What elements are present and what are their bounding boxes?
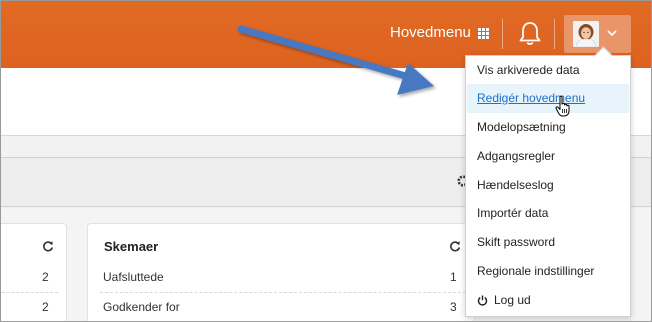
logout-label: Log ud [494,293,531,307]
menu-item-edit-main-menu[interactable]: Redigér hovedmenu [467,84,629,113]
menu-item-change-password[interactable]: Skift password [467,228,629,257]
menu-item-regional-settings[interactable]: Regionale indstillinger [467,257,629,286]
menu-item-archived-data[interactable]: Vis arkiverede data [467,56,629,85]
menu-item-model-setup[interactable]: Modelopsætning [467,113,629,142]
menu-item-access-rules[interactable]: Adgangsregler [467,142,629,171]
menu-item-logout[interactable]: Log ud [467,286,629,315]
hand-cursor-icon [555,95,570,117]
app-window: Hovedmenu 2 2 Skemaer Uafsluttede 1 Godk… [0,0,652,322]
power-icon [477,295,488,306]
menu-item-event-log[interactable]: Hændelseslog [467,171,629,200]
user-dropdown-menu: Vis arkiverede data Redigér hovedmenu Mo… [465,55,631,317]
menu-item-import-data[interactable]: Importér data [467,199,629,228]
